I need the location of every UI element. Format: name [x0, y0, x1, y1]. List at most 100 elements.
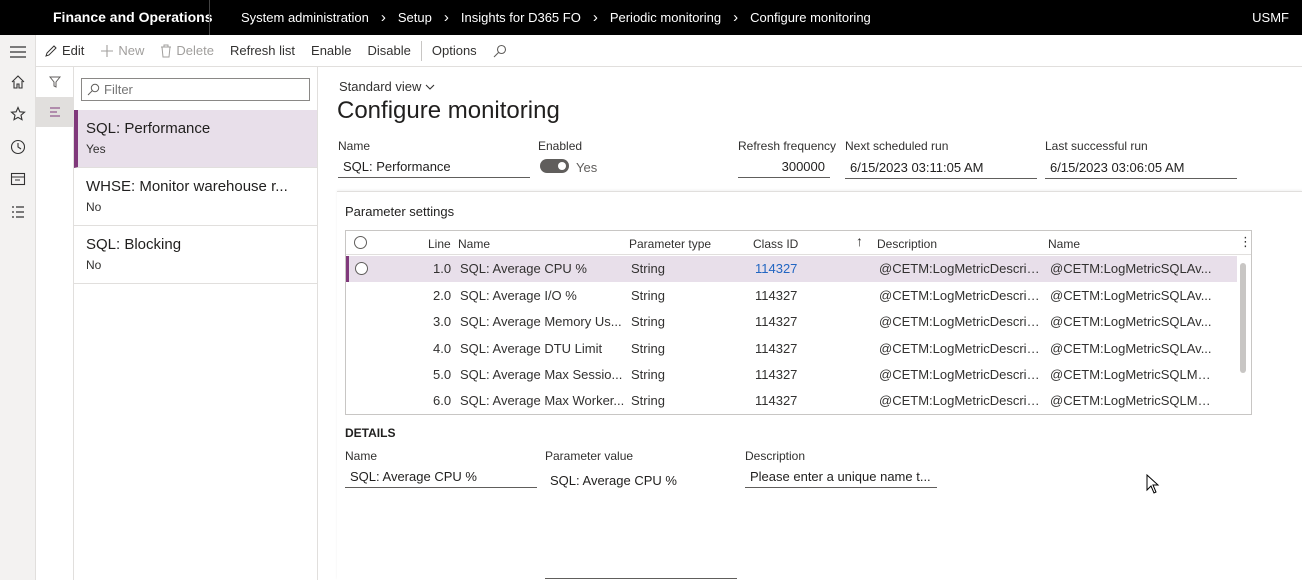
column-header-class-id[interactable]: Class ID: [753, 237, 798, 251]
filter-icon[interactable]: [36, 67, 74, 97]
breadcrumb-setup[interactable]: Setup: [398, 10, 432, 25]
refresh-list-button[interactable]: Refresh list: [222, 35, 303, 67]
chevron-right-icon: ›: [592, 9, 598, 26]
page-title: Configure monitoring: [337, 97, 560, 124]
cell-description: @CETM:LogMetricDescrip...: [879, 288, 1044, 303]
table-row[interactable]: 4.0 SQL: Average DTU Limit String 114327…: [346, 336, 1237, 362]
table-row[interactable]: 1.0 SQL: Average CPU % String 114327 @CE…: [346, 256, 1237, 282]
home-icon[interactable]: [0, 67, 36, 97]
table-row[interactable]: 2.0 SQL: Average I/O % String 114327 @CE…: [346, 283, 1237, 309]
hamburger-menu-icon[interactable]: [0, 37, 36, 67]
favorites-star-icon[interactable]: [0, 99, 36, 129]
name-field[interactable]: SQL: Performance: [338, 156, 530, 178]
column-header-parameter-type[interactable]: Parameter type: [629, 237, 711, 251]
list-item[interactable]: WHSE: Monitor warehouse r... No: [74, 168, 317, 226]
trash-icon: [161, 44, 172, 57]
column-header-description[interactable]: Description: [877, 237, 937, 251]
filter-input[interactable]: [104, 82, 304, 97]
app-launcher-icon[interactable]: [0, 0, 915, 223]
workspaces-icon[interactable]: [0, 164, 36, 194]
cell-line: 6.0: [433, 393, 452, 408]
select-all-radio[interactable]: [354, 236, 367, 249]
new-button[interactable]: New: [92, 35, 152, 67]
grid-header: Line Name Parameter type Class ID ↑ Desc…: [346, 231, 1251, 255]
row-select-radio[interactable]: [355, 262, 368, 275]
list-item-status: No: [86, 258, 102, 272]
table-row[interactable]: 6.0 SQL: Average Max Worker... String 11…: [346, 388, 1237, 414]
cell-class-id: 114327: [755, 393, 798, 408]
cell-line: 1.0: [433, 261, 452, 276]
plus-icon: [101, 44, 114, 57]
parameter-grid: Line Name Parameter type Class ID ↑ Desc…: [345, 230, 1252, 415]
table-row[interactable]: 5.0 SQL: Average Max Sessio... String 11…: [346, 362, 1237, 388]
cell-type: String: [631, 393, 665, 408]
divider: [209, 0, 210, 35]
chevron-right-icon: ›: [733, 9, 739, 26]
pencil-icon: [45, 44, 57, 57]
cell-class-id: 114327: [755, 314, 798, 329]
breadcrumb-periodic-monitoring[interactable]: Periodic monitoring: [610, 10, 721, 25]
grid-scrollbar[interactable]: [1240, 263, 1246, 373]
filter-field[interactable]: [81, 78, 310, 101]
company-picker[interactable]: USMF: [1252, 0, 1289, 35]
list-item-status: No: [86, 200, 102, 214]
options-tab[interactable]: Options: [424, 35, 485, 67]
enabled-value: Yes: [576, 160, 598, 175]
chevron-down-icon: [426, 84, 435, 90]
cell-class-id[interactable]: 114327: [755, 261, 797, 276]
list-item[interactable]: SQL: Performance Yes: [74, 110, 317, 168]
enable-button[interactable]: Enable: [303, 35, 359, 67]
cell-name-2: @CETM:LogMetricSQLAv...: [1050, 261, 1212, 276]
list-view-icon[interactable]: [36, 97, 74, 127]
table-row[interactable]: 3.0 SQL: Average Memory Us... String 114…: [346, 309, 1237, 335]
cell-name-2: @CETM:LogMetricSQLAv...: [1050, 341, 1212, 356]
list-item[interactable]: SQL: Blocking No: [74, 226, 317, 284]
cell-class-id: 114327: [755, 367, 798, 382]
cell-description: @CETM:LogMetricDescrip...: [879, 341, 1044, 356]
action-pane: Edit New Delete Refresh list Enable Disa…: [36, 35, 1302, 67]
navigation-rail: [0, 35, 36, 580]
disable-button[interactable]: Disable: [360, 35, 419, 67]
app-title[interactable]: Finance and Operations: [53, 0, 212, 35]
cell-name-2: @CETM:LogMetricSQLMa...: [1050, 367, 1215, 382]
parameter-settings-section: Parameter settings Line Name Parameter t…: [337, 191, 1302, 580]
cell-name-2: @CETM:LogMetricSQLAv...: [1050, 288, 1212, 303]
cell-class-id: 114327: [755, 341, 798, 356]
next-scheduled-run-field[interactable]: 6/15/2023 03:11:05 AM: [845, 157, 1037, 179]
recent-clock-icon[interactable]: [0, 132, 36, 162]
details-description-field[interactable]: Please enter a unique name t...: [745, 466, 937, 488]
column-header-name-2[interactable]: Name: [1048, 237, 1080, 251]
mouse-pointer-icon: [1146, 474, 1160, 494]
list-item-title: SQL: Blocking: [86, 236, 182, 253]
column-header-line[interactable]: Line: [428, 237, 451, 251]
breadcrumb: System administration › Setup › Insights…: [241, 0, 871, 35]
details-name-label: Name: [345, 449, 378, 463]
breadcrumb-system-administration[interactable]: System administration: [241, 10, 369, 25]
cell-name: SQL: Average DTU Limit: [460, 341, 603, 356]
delete-button[interactable]: Delete: [152, 35, 222, 67]
modules-list-icon[interactable]: [0, 197, 36, 227]
section-title[interactable]: Parameter settings: [345, 204, 454, 219]
view-selector[interactable]: Standard view: [339, 79, 435, 94]
last-successful-run-label: Last successful run: [1045, 139, 1148, 153]
list-tools: [36, 67, 74, 580]
search-icon[interactable]: [485, 35, 519, 67]
refresh-frequency-field[interactable]: 300000: [738, 156, 830, 178]
search-icon: [87, 83, 100, 96]
cell-name: SQL: Average CPU %: [460, 261, 587, 276]
list-item-title: WHSE: Monitor warehouse r...: [86, 178, 288, 195]
more-options-icon[interactable]: ⋮: [1239, 234, 1251, 250]
next-scheduled-run-label: Next scheduled run: [845, 139, 949, 153]
divider: [545, 578, 737, 579]
column-header-name[interactable]: Name: [458, 237, 490, 251]
details-name-field[interactable]: SQL: Average CPU %: [345, 466, 537, 488]
breadcrumb-insights[interactable]: Insights for D365 FO: [461, 10, 581, 25]
last-successful-run-field[interactable]: 6/15/2023 03:06:05 AM: [1045, 157, 1237, 179]
edit-button[interactable]: Edit: [36, 35, 92, 67]
breadcrumb-configure-monitoring[interactable]: Configure monitoring: [750, 10, 871, 25]
parameter-value-field[interactable]: SQL: Average CPU %: [550, 473, 677, 488]
cell-line: 5.0: [433, 367, 452, 382]
chevron-right-icon: ›: [380, 9, 386, 26]
cell-description: @CETM:LogMetricDescrip...: [879, 393, 1044, 408]
enabled-toggle[interactable]: [540, 159, 569, 173]
